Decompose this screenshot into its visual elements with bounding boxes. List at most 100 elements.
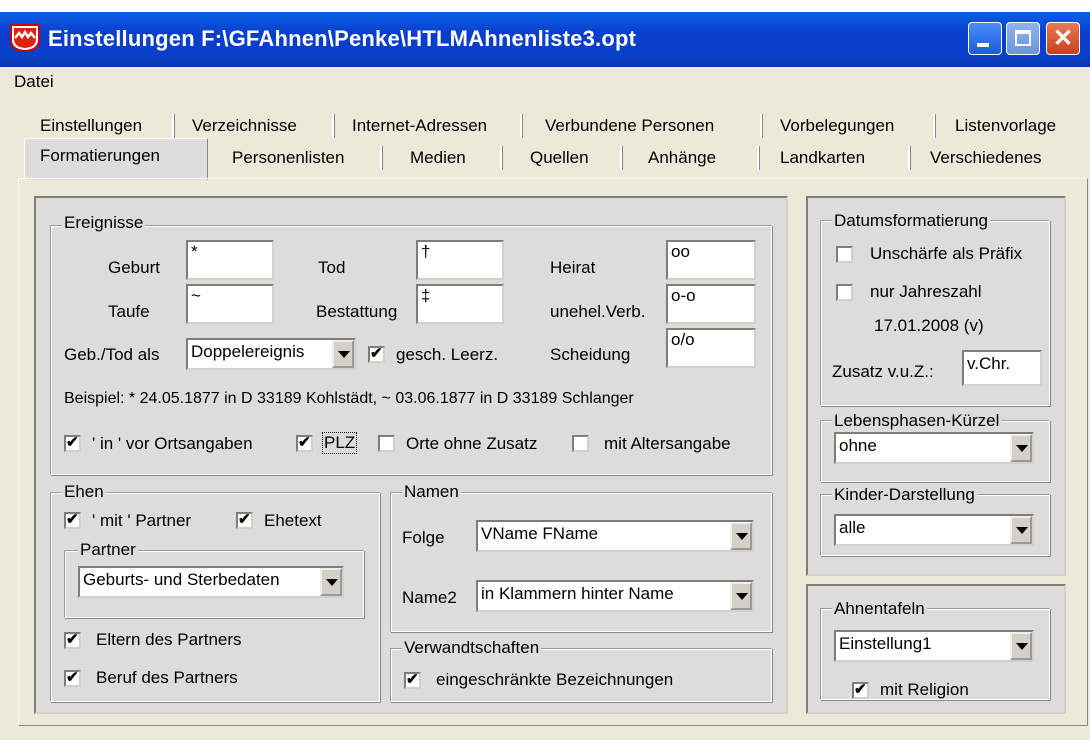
taufe-label: Taufe [108, 302, 150, 321]
minimize-button[interactable] [968, 22, 1002, 55]
name2-value: in Klammern hinter Name [481, 584, 674, 603]
tab-personenlisten[interactable]: Personenlisten [232, 148, 344, 168]
plz-checkbox[interactable] [296, 433, 313, 452]
folge-value: VName FName [481, 524, 599, 543]
partner-select[interactable]: Geburts- und Sterbedaten [78, 566, 344, 598]
menu-datei[interactable]: Datei [14, 72, 54, 92]
menu-bar [0, 67, 1090, 97]
tab-divider [620, 146, 623, 170]
heirat-field[interactable]: oo [666, 240, 756, 280]
datumsformatierung-title: Datumsformatierung [832, 211, 991, 231]
tab-vorbelegungen[interactable]: Vorbelegungen [780, 116, 894, 136]
chevron-down-icon[interactable] [730, 522, 752, 550]
scheidung-field[interactable]: o/o [666, 328, 756, 368]
chevron-down-icon[interactable] [1010, 516, 1032, 544]
ahnentafeln-title: Ahnentafeln [832, 599, 927, 619]
tab-anhaenge[interactable]: Anhänge [648, 148, 716, 168]
chevron-down-icon[interactable] [1010, 434, 1032, 462]
nur-jahreszahl-checkbox[interactable] [836, 284, 853, 301]
bestattung-label: Bestattung [316, 302, 398, 321]
tab-landkarten[interactable]: Landkarten [780, 148, 865, 168]
zusatz-field[interactable]: v.Chr. [962, 350, 1042, 386]
taufe-field[interactable]: ~ [186, 284, 274, 324]
mit-religion-label: mit Religion [880, 680, 969, 699]
orte-ohne-zusatz-label: Orte ohne Zusatz [406, 434, 538, 453]
tod-label: Tod [318, 258, 346, 277]
mit-altersangabe-label: mit Altersangabe [604, 434, 731, 453]
nur-jahreszahl-label: nur Jahreszahl [870, 282, 982, 301]
ahnentafeln-value: Einstellung1 [839, 634, 932, 653]
heirat-label: Heirat [550, 258, 596, 277]
bestattung-field[interactable]: ‡ [416, 284, 504, 324]
gebtod-label: Geb./Tod als [64, 345, 160, 364]
unehel-label: unehel.Verb. [550, 302, 646, 321]
tab-verschiedenes[interactable]: Verschiedenes [930, 148, 1042, 168]
maximize-button[interactable] [1006, 22, 1040, 55]
lebensphasen-select[interactable]: ohne [834, 432, 1034, 464]
tab-verbundene-personen[interactable]: Verbundene Personen [545, 116, 714, 136]
mit-partner-label: ' mit ' Partner [92, 511, 192, 530]
mit-religion-checkbox[interactable] [852, 680, 869, 699]
tab-quellen[interactable]: Quellen [530, 148, 589, 168]
chevron-down-icon[interactable] [320, 568, 342, 596]
beispiel-text: Beispiel: * 24.05.1877 in D 33189 Kohlst… [64, 390, 634, 407]
top-strip [0, 0, 1090, 12]
plz-label: PLZ [322, 432, 358, 454]
tod-field[interactable]: † [416, 240, 504, 280]
eingeschraenkte-bezeichnungen-checkbox[interactable] [404, 670, 421, 689]
tab-einstellungen[interactable]: Einstellungen [40, 116, 142, 136]
tab-formatierungen[interactable]: Formatierungen [40, 146, 160, 166]
kinder-select[interactable]: alle [834, 514, 1034, 546]
in-vor-ortsangaben-label: ' in ' vor Ortsangaben [92, 434, 253, 453]
tab-divider [380, 146, 383, 170]
gebtod-select[interactable]: Doppelereignis [186, 338, 356, 370]
unschaerfe-checkbox[interactable] [836, 246, 853, 263]
beruf-des-partners-label: Beruf des Partners [96, 668, 238, 687]
ehen-title: Ehen [62, 482, 106, 502]
name2-label: Name2 [402, 588, 457, 607]
verwandtschaften-title: Verwandtschaften [402, 638, 542, 658]
tab-divider [500, 146, 503, 170]
orte-ohne-zusatz-checkbox[interactable] [378, 435, 395, 452]
tab-listenvorlage[interactable]: Listenvorlage [955, 116, 1056, 136]
tab-divider [933, 114, 936, 138]
chevron-down-icon[interactable] [730, 582, 752, 610]
folge-label: Folge [402, 528, 445, 547]
tab-medien[interactable]: Medien [410, 148, 466, 168]
ereignisse-title: Ereignisse [62, 213, 146, 233]
datum-beispiel: 17.01.2008 (v) [874, 316, 984, 335]
mit-altersangabe-checkbox[interactable] [572, 435, 589, 452]
folge-select[interactable]: VName FName [476, 520, 754, 552]
ehetext-checkbox[interactable] [236, 510, 253, 529]
geburt-field[interactable]: * [186, 240, 274, 280]
chevron-down-icon[interactable] [1010, 632, 1032, 660]
kinder-title: Kinder-Darstellung [832, 485, 977, 505]
eingeschraenkte-bezeichnungen-label: eingeschränkte Bezeichnungen [436, 670, 674, 689]
tab-divider [757, 146, 760, 170]
tab-divider [332, 114, 335, 138]
tab-divider [172, 114, 175, 138]
tab-verzeichnisse[interactable]: Verzeichnisse [192, 116, 297, 136]
unehel-field[interactable]: o-o [666, 284, 756, 324]
tab-internet-adressen[interactable]: Internet-Adressen [352, 116, 487, 136]
app-icon[interactable] [10, 24, 40, 53]
gebtod-value: Doppelereignis [191, 342, 305, 361]
zusatz-label: Zusatz v.u.Z.: [832, 362, 934, 381]
ehetext-label: Ehetext [264, 511, 322, 530]
name2-select[interactable]: in Klammern hinter Name [476, 580, 754, 612]
lebensphasen-title: Lebensphasen-Kürzel [832, 411, 1002, 431]
eltern-des-partners-checkbox[interactable] [64, 630, 81, 649]
close-icon: ✕ [1052, 25, 1074, 52]
tab-divider [520, 114, 523, 138]
chevron-down-icon[interactable] [332, 340, 354, 368]
ahnentafeln-select[interactable]: Einstellung1 [834, 630, 1034, 662]
in-vor-ortsangaben-checkbox[interactable] [64, 433, 81, 452]
lebensphasen-value: ohne [839, 436, 877, 455]
beruf-des-partners-checkbox[interactable] [64, 668, 81, 687]
unschaerfe-label: Unschärfe als Präfix [870, 244, 1023, 263]
gesch-leerz-checkbox[interactable] [368, 344, 385, 363]
window-title: Einstellungen F:\GFAhnen\Penke\HTLMAhnen… [48, 26, 637, 51]
mit-partner-checkbox[interactable] [64, 510, 81, 529]
close-button[interactable]: ✕ [1046, 22, 1080, 55]
geburt-label: Geburt [108, 258, 160, 277]
